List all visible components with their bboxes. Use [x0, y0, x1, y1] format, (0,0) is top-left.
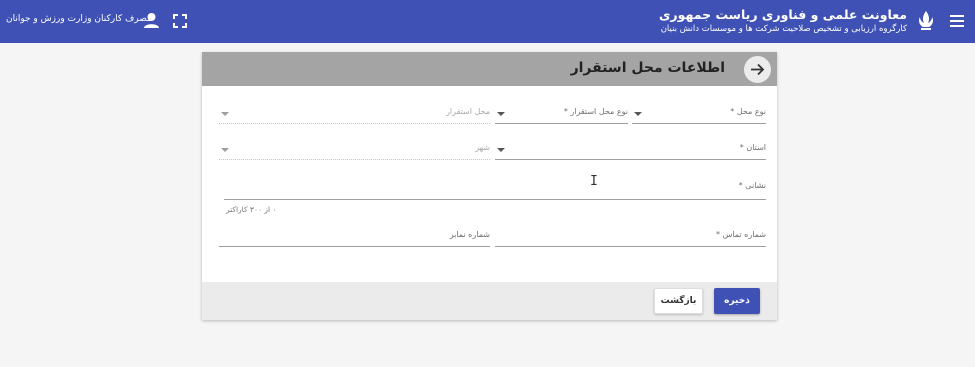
back-arrow-button[interactable]	[744, 56, 771, 83]
chevron-down-icon	[497, 112, 505, 116]
location-type-select[interactable]: نوع محل *	[632, 104, 766, 124]
chevron-down-icon	[634, 112, 642, 116]
phone-label: شماره تماس *	[716, 230, 766, 239]
arrow-right-icon	[751, 63, 765, 76]
fax-label: شماره نمابر	[449, 230, 490, 239]
city-select[interactable]: شهر	[219, 140, 490, 160]
card-header: اطلاعات محل استقرار	[202, 52, 777, 86]
brand-subtitle: کارگروه ارزیابی و تشخیص صلاحیت شرکت ها و…	[660, 24, 907, 34]
top-app-bar: معاونت علمی و فناوری ریاست جمهوری کارگرو…	[0, 0, 975, 43]
chevron-down-icon	[497, 148, 505, 152]
card-actions: ذخیره بازگشت	[202, 282, 777, 320]
settlement-type-select[interactable]: نوع محل استقرار *	[495, 104, 628, 124]
menu-icon[interactable]	[950, 12, 966, 30]
chevron-down-icon	[221, 112, 229, 116]
fax-input[interactable]: شماره نمابر	[219, 227, 490, 247]
address-label: نشانی *	[738, 181, 766, 190]
province-select[interactable]: استان *	[495, 140, 766, 160]
settlement-type-label: نوع محل استقرار *	[563, 107, 628, 116]
phone-input[interactable]: شماره تماس *	[495, 227, 766, 247]
brand-title: معاونت علمی و فناوری ریاست جمهوری	[658, 7, 907, 22]
chevron-down-icon	[221, 148, 229, 152]
brand: معاونت علمی و فناوری ریاست جمهوری کارگرو…	[659, 7, 907, 35]
city-label: شهر	[475, 143, 490, 152]
settlement-place-label: محل استقرار	[446, 107, 490, 116]
user-name: مصرف کارکنان وزارت ورزش و جوانان	[6, 14, 152, 24]
fullscreen-icon[interactable]	[173, 14, 187, 28]
location-type-label: نوع محل *	[730, 107, 766, 116]
text-cursor-icon: I	[590, 174, 598, 189]
page-title: اطلاعات محل استقرار	[570, 60, 725, 76]
emblem-icon	[919, 11, 933, 30]
address-textarea[interactable]: نشانی *	[224, 178, 766, 200]
back-button[interactable]: بازگشت	[654, 288, 703, 314]
address-char-counter: ۰ از ۳۰۰ کاراکتر	[226, 205, 277, 214]
location-info-card: اطلاعات محل استقرار نوع محل * نوع محل اس…	[202, 52, 777, 320]
settlement-place-select[interactable]: محل استقرار	[219, 104, 490, 124]
save-button[interactable]: ذخیره	[714, 288, 760, 314]
province-label: استان *	[739, 143, 766, 152]
